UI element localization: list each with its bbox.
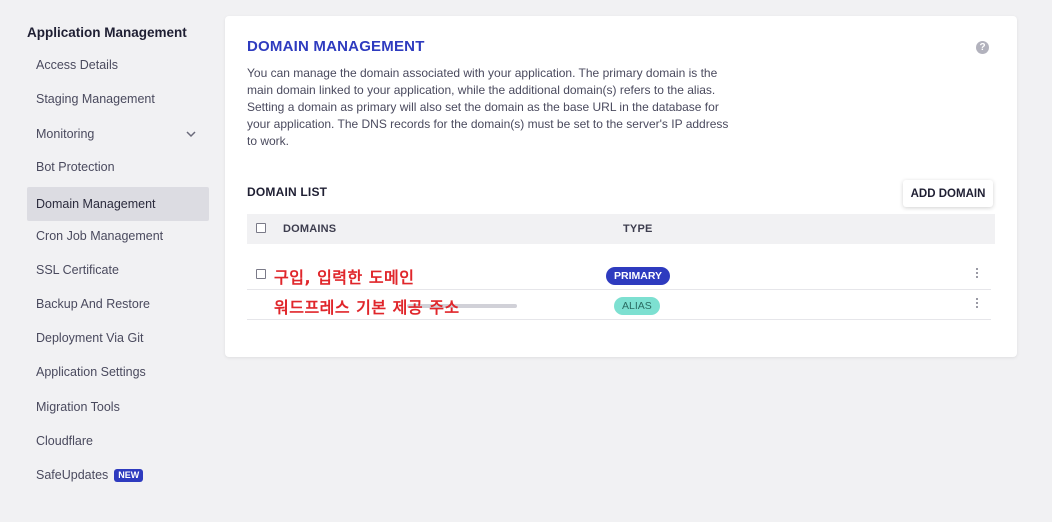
domain-management-card: DOMAIN MANAGEMENT ? You can manage the d… [225,16,1017,357]
sidebar-item-label: Cron Job Management [36,229,164,243]
sidebar-item-label: Migration Tools [36,400,120,414]
sidebar-item-application-settings[interactable]: Application Settings [27,355,209,389]
new-badge: NEW [114,468,144,482]
domain-name: 워드프레스 기본 제공 주소 [274,298,460,317]
sidebar-item-migration-tools[interactable]: Migration Tools [27,390,209,424]
sidebar: Application Management Access Details St… [0,0,215,522]
type-badge-primary: PRIMARY [606,267,671,285]
domain-list-title: DOMAIN LIST [247,185,328,199]
sidebar-item-label: SSL Certificate [36,263,119,277]
sidebar-item-label: Cloudflare [36,434,93,448]
more-options-icon[interactable] [975,268,979,280]
table-row: 구입, 입력한 도메인 PRIMARY [247,260,991,290]
sidebar-title: Application Management [27,25,187,40]
add-domain-button[interactable]: ADD DOMAIN [903,180,993,207]
sidebar-item-domain-management[interactable]: Domain Management [27,187,209,221]
chevron-down-icon[interactable] [185,128,197,140]
row-checkbox[interactable] [256,269,266,279]
domain-name: 구입, 입력한 도메인 [274,268,415,287]
sidebar-item-cron-job-management[interactable]: Cron Job Management [27,219,209,253]
sidebar-item-access-details[interactable]: Access Details [27,48,209,82]
table-row: 워드프레스 기본 제공 주소 ALIAS [247,290,991,320]
sidebar-item-label: Access Details [36,58,118,72]
page-title: DOMAIN MANAGEMENT [247,38,425,55]
sidebar-item-cloudflare[interactable]: Cloudflare [27,424,209,458]
column-header-type: TYPE [623,223,653,235]
sidebar-item-label: Monitoring [36,127,95,141]
type-badge-alias: ALIAS [614,297,660,315]
sidebar-item-staging-management[interactable]: Staging Management [27,82,209,116]
sidebar-item-label: SafeUpdates [36,468,109,482]
sidebar-item-label: Application Settings [36,365,146,379]
more-options-icon[interactable] [975,298,979,310]
table-header: DOMAINS TYPE [247,214,995,244]
sidebar-item-ssl-certificate[interactable]: SSL Certificate [27,253,209,287]
sidebar-item-bot-protection[interactable]: Bot Protection [27,150,209,184]
column-header-domains: DOMAINS [283,223,337,235]
sidebar-item-monitoring[interactable]: Monitoring [27,117,209,151]
sidebar-item-deployment-via-git[interactable]: Deployment Via Git [27,321,209,355]
sidebar-item-label: Bot Protection [36,160,115,174]
sidebar-item-label: Deployment Via Git [36,331,144,345]
sidebar-item-label: Backup And Restore [36,297,150,311]
help-icon[interactable]: ? [976,41,989,54]
page-description: You can manage the domain associated wit… [247,66,729,148]
sidebar-item-label: Staging Management [36,92,155,106]
sidebar-item-safeupdates[interactable]: SafeUpdates NEW [27,458,209,492]
sidebar-item-backup-and-restore[interactable]: Backup And Restore [27,287,209,321]
sidebar-item-label: Domain Management [36,197,156,211]
select-all-checkbox[interactable] [256,223,266,233]
